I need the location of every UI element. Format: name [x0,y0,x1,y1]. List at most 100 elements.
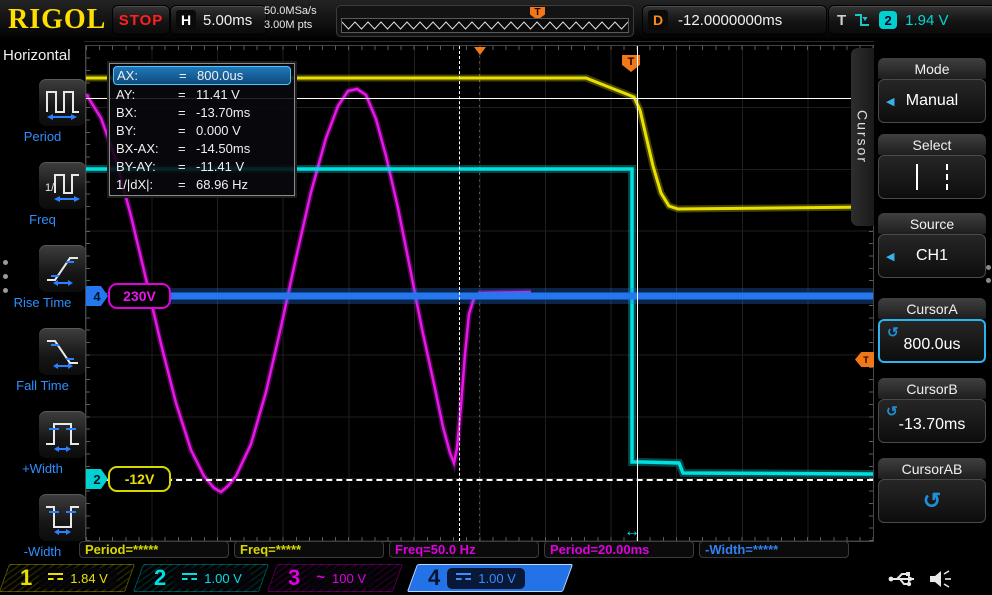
freq-label: Freq [0,212,85,227]
rise-time-label: Rise Time [0,295,85,310]
cursor-row-ax: AX: = 800.0us [113,66,291,85]
bxax-value: -14.50ms [196,141,291,156]
inv-dx-label: 1/|dX|: [113,177,178,192]
channel-1-status[interactable]: 1 1.84 V [4,564,130,592]
bx-label: BX: [113,105,178,120]
run-stop-status[interactable]: STOP [112,5,170,35]
measurement-status-bar: Period=***** Freq=***** Freq=50.0 Hz Per… [79,541,849,560]
graticule: ↔ T T 4 2 230V -12V AX: = 800.0us AY: = … [85,45,874,542]
rotate-knob-icon: ↺ [923,488,941,514]
cursor-ab-button[interactable]: ↺ [878,479,986,523]
sample-rate: 50.0MSa/s [264,4,334,18]
cursor-b-value: -13.70ms [899,416,966,434]
equals: = [178,123,196,138]
cursor-ab-header: CursorAB [878,458,986,479]
equals: = [178,177,196,192]
mode-button[interactable]: ◀ Manual [878,79,986,123]
measure-slot-2: Freq=***** [234,541,384,558]
channel-2-status[interactable]: 2 1.00 V [138,564,264,592]
cursor-a-line[interactable] [637,46,638,541]
ax-label: AX: [114,68,179,83]
dc-coupling-icon [48,573,63,584]
oscilloscope-screen: RIGOL STOP H 5.00ms 50.0MSa/s 3.00M pts … [0,0,992,595]
measure-slot-1: Period=***** [79,541,229,558]
pos-width-label: +Width [0,461,85,476]
cursor-b-dashed-icon [946,164,948,190]
ac-coupling-icon: ~ [316,573,325,583]
falling-edge-icon [854,12,871,28]
mode-header: Mode [878,58,986,79]
svg-text:1/: 1/ [45,182,55,194]
rigol-logo: RIGOL [8,4,106,36]
memory-depth: 3.00M pts [264,18,334,32]
fall-time-label: Fall Time [0,378,85,393]
channel-1-scale-box: 1.84 V [39,568,117,589]
cursor-row-freq: 1/|dX|: = 68.96 Hz [113,175,291,193]
menu-page-dots [986,257,991,291]
cursor-by-line [86,479,873,481]
channel-4-scale-box: 1.00 V [447,568,525,589]
channel-3-number: 3 [288,565,300,591]
channel-1-number: 1 [20,565,32,591]
waveform-overview-window [341,18,629,33]
arrow-left-icon: ◀ [886,95,894,108]
cursor-a-header: CursorA [878,298,986,319]
pos-width-button[interactable] [38,410,87,459]
channel-2-scale-box: 1.00 V [173,568,251,589]
dc-coupling-icon [182,573,197,584]
neg-width-label: -Width [0,544,85,559]
h-label: H [176,10,196,30]
usb-icon [888,571,922,587]
trigger-source-badge: 2 [879,11,897,29]
channel-4-status[interactable]: 4 1.00 V [412,564,568,592]
select-button[interactable] [878,155,986,199]
channel-3-scale-box: ~ 100 V [307,568,375,589]
period-button[interactable] [38,78,87,127]
freq-button[interactable]: 1/ [38,161,87,210]
by-label: BY: [113,123,178,138]
horizontal-scale-box[interactable]: H 5.00ms [170,5,267,35]
cursor-row-byay: BY-AY: = -11.41 V [113,157,291,175]
delay-box[interactable]: D -12.0000000ms [642,5,827,35]
rotate-knob-icon: ↺ [887,324,899,341]
bx-value: -13.70ms [196,105,291,120]
cursor-b-button[interactable]: ↺ -13.70ms [878,399,986,443]
source-header: Source [878,213,986,234]
measure-slot-3: Freq=50.0 Hz [389,541,539,558]
channel-status-bar: 1 1.84 V 2 1.00 V 3 ~ 100 V 4 [0,562,992,595]
cursor-menu-tab[interactable]: Cursor [851,48,874,226]
byay-label: BY-AY: [113,159,178,174]
d-label: D [648,10,668,30]
fall-time-button[interactable] [38,327,87,376]
cursor-menu: Mode ◀ Manual Select Source ◀ CH1 Cursor… [874,41,992,562]
cursor-a-value: 800.0us [904,336,961,354]
channel-4-scale: 1.00 V [478,571,516,586]
cursor-a-button[interactable]: ↺ 800.0us [878,319,986,363]
top-status-bar: RIGOL STOP H 5.00ms 50.0MSa/s 3.00M pts … [0,0,992,42]
rise-time-button[interactable] [38,244,87,293]
select-header: Select [878,134,986,155]
neg-width-button[interactable] [38,493,87,542]
freq-icon: 1/ [43,167,83,205]
ax-value: 800.0us [197,68,290,83]
measure-slot-4: Period=20.00ms [544,541,694,558]
period-label: Period [0,129,85,144]
channel-3-status[interactable]: 3 ~ 100 V [272,564,398,592]
trigger-status-box[interactable]: T 2 1.94 V [828,5,992,35]
ch3-level-label: 230V [108,283,171,309]
mode-value: Manual [906,92,958,110]
byay-value: -11.41 V [196,159,291,174]
pos-width-icon [43,416,83,454]
rise-time-icon [43,250,83,288]
neg-width-icon [43,499,83,537]
cursor-b-line[interactable] [459,46,460,541]
waveform-overview-strip[interactable]: T [336,5,634,37]
by-value: 0.000 V [196,123,291,138]
cursor-row-ay: AY: = 11.41 V [113,85,291,103]
channel-2-number: 2 [154,565,166,591]
ay-value: 11.41 V [196,87,291,102]
source-button[interactable]: ◀ CH1 [878,234,986,278]
cursor-a-drag-arrow-icon[interactable]: ↔ [624,523,640,541]
overview-wave [342,19,628,32]
timebase-value: 5.00ms [203,12,252,29]
